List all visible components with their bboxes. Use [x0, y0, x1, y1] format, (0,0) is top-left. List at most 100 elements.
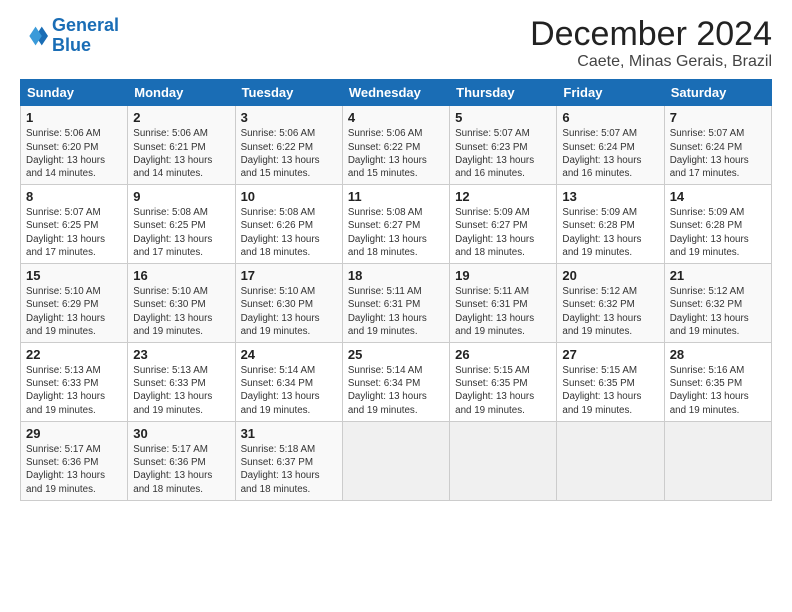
day-number: 31	[241, 426, 337, 441]
day-info: Sunrise: 5:13 AMSunset: 6:33 PMDaylight:…	[26, 364, 122, 417]
calendar-cell: 18 Sunrise: 5:11 AMSunset: 6:31 PMDayligh…	[342, 264, 449, 343]
day-info: Sunrise: 5:07 AMSunset: 6:24 PMDaylight:…	[562, 127, 658, 180]
day-number: 6	[562, 110, 658, 125]
day-number: 26	[455, 347, 551, 362]
page: General Blue December 2024 Caete, Minas …	[0, 0, 792, 511]
calendar-cell: 6 Sunrise: 5:07 AMSunset: 6:24 PMDaylight…	[557, 106, 664, 185]
calendar-cell: 9Sunrise: 5:08 AMSunset: 6:25 PMDaylight…	[128, 185, 235, 264]
calendar-cell: 1Sunrise: 5:06 AMSunset: 6:20 PMDaylight…	[21, 106, 128, 185]
day-number: 22	[26, 347, 122, 362]
day-info: Sunrise: 5:06 AMSunset: 6:22 PMDaylight:…	[348, 127, 444, 180]
calendar-cell: 4 Sunrise: 5:06 AMSunset: 6:22 PMDaylight…	[342, 106, 449, 185]
day-number: 30	[133, 426, 229, 441]
day-number: 21	[670, 268, 766, 283]
day-info: Sunrise: 5:07 AMSunset: 6:24 PMDaylight:…	[670, 127, 766, 180]
title-block: December 2024 Caete, Minas Gerais, Brazi…	[530, 16, 772, 71]
calendar-cell: 27 Sunrise: 5:15 AMSunset: 6:35 PMDayligh…	[557, 343, 664, 422]
day-info: Sunrise: 5:06 AMSunset: 6:22 PMDaylight:…	[241, 127, 337, 180]
location-title: Caete, Minas Gerais, Brazil	[530, 53, 772, 71]
header-friday: Friday	[557, 80, 664, 106]
calendar-cell: 7 Sunrise: 5:07 AMSunset: 6:24 PMDaylight…	[664, 106, 771, 185]
day-info: Sunrise: 5:18 AMSunset: 6:37 PMDaylight:…	[241, 443, 337, 496]
calendar-cell: 28 Sunrise: 5:16 AMSunset: 6:35 PMDayligh…	[664, 343, 771, 422]
calendar-cell	[664, 421, 771, 500]
calendar-cell: 16 Sunrise: 5:10 AMSunset: 6:30 PMDayligh…	[128, 264, 235, 343]
header: General Blue December 2024 Caete, Minas …	[20, 16, 772, 71]
calendar-cell: 11Sunrise: 5:08 AMSunset: 6:27 PMDayligh…	[342, 185, 449, 264]
month-title: December 2024	[530, 16, 772, 53]
day-info: Sunrise: 5:07 AMSunset: 6:23 PMDaylight:…	[455, 127, 551, 180]
logo: General Blue	[20, 16, 119, 56]
day-number: 29	[26, 426, 122, 441]
weekday-header-row: Sunday Monday Tuesday Wednesday Thursday…	[21, 80, 772, 106]
calendar-cell: 25 Sunrise: 5:14 AMSunset: 6:34 PMDayligh…	[342, 343, 449, 422]
calendar-cell: 17 Sunrise: 5:10 AMSunset: 6:30 PMDayligh…	[235, 264, 342, 343]
day-info: Sunrise: 5:13 AMSunset: 6:33 PMDaylight:…	[133, 364, 229, 417]
day-info: Sunrise: 5:14 AMSunset: 6:34 PMDaylight:…	[348, 364, 444, 417]
calendar-cell: 20Sunrise: 5:12 AMSunset: 6:32 PMDayligh…	[557, 264, 664, 343]
calendar-cell: 15 Sunrise: 5:10 AMSunset: 6:29 PMDayligh…	[21, 264, 128, 343]
day-number: 25	[348, 347, 444, 362]
day-number: 14	[670, 189, 766, 204]
day-info: Sunrise: 5:06 AMSunset: 6:20 PMDaylight:…	[26, 127, 122, 180]
day-number: 7	[670, 110, 766, 125]
day-number: 12	[455, 189, 551, 204]
calendar-cell	[342, 421, 449, 500]
day-info: Sunrise: 5:09 AMSunset: 6:28 PMDaylight:…	[670, 206, 766, 259]
calendar-cell: 31 Sunrise: 5:18 AMSunset: 6:37 PMDayligh…	[235, 421, 342, 500]
day-info: Sunrise: 5:11 AMSunset: 6:31 PMDaylight:…	[455, 285, 551, 338]
calendar-cell: 5 Sunrise: 5:07 AMSunset: 6:23 PMDaylight…	[450, 106, 557, 185]
day-number: 2	[133, 110, 229, 125]
day-info: Sunrise: 5:10 AMSunset: 6:30 PMDaylight:…	[241, 285, 337, 338]
calendar-week-3: 15 Sunrise: 5:10 AMSunset: 6:29 PMDayligh…	[21, 264, 772, 343]
day-info: Sunrise: 5:11 AMSunset: 6:31 PMDaylight:…	[348, 285, 444, 338]
calendar-cell: 29 Sunrise: 5:17 AMSunset: 6:36 PMDayligh…	[21, 421, 128, 500]
day-info: Sunrise: 5:10 AMSunset: 6:30 PMDaylight:…	[133, 285, 229, 338]
header-sunday: Sunday	[21, 80, 128, 106]
day-number: 19	[455, 268, 551, 283]
day-number: 24	[241, 347, 337, 362]
day-info: Sunrise: 5:06 AMSunset: 6:21 PMDaylight:…	[133, 127, 229, 180]
header-thursday: Thursday	[450, 80, 557, 106]
day-info: Sunrise: 5:15 AMSunset: 6:35 PMDaylight:…	[562, 364, 658, 417]
calendar-cell: 26 Sunrise: 5:15 AMSunset: 6:35 PMDayligh…	[450, 343, 557, 422]
day-number: 23	[133, 347, 229, 362]
day-info: Sunrise: 5:09 AMSunset: 6:27 PMDaylight:…	[455, 206, 551, 259]
logo-icon	[20, 22, 48, 50]
day-number: 5	[455, 110, 551, 125]
day-number: 17	[241, 268, 337, 283]
day-info: Sunrise: 5:16 AMSunset: 6:35 PMDaylight:…	[670, 364, 766, 417]
calendar-cell	[450, 421, 557, 500]
calendar-cell: 19 Sunrise: 5:11 AMSunset: 6:31 PMDayligh…	[450, 264, 557, 343]
day-number: 9	[133, 189, 229, 204]
day-number: 15	[26, 268, 122, 283]
calendar-cell: 30 Sunrise: 5:17 AMSunset: 6:36 PMDayligh…	[128, 421, 235, 500]
day-number: 27	[562, 347, 658, 362]
day-number: 28	[670, 347, 766, 362]
day-info: Sunrise: 5:15 AMSunset: 6:35 PMDaylight:…	[455, 364, 551, 417]
calendar-cell: 22 Sunrise: 5:13 AMSunset: 6:33 PMDayligh…	[21, 343, 128, 422]
day-number: 8	[26, 189, 122, 204]
calendar-cell	[557, 421, 664, 500]
calendar-week-4: 22 Sunrise: 5:13 AMSunset: 6:33 PMDayligh…	[21, 343, 772, 422]
calendar-cell: 12 Sunrise: 5:09 AMSunset: 6:27 PMDayligh…	[450, 185, 557, 264]
logo-text: General Blue	[52, 16, 119, 56]
day-number: 13	[562, 189, 658, 204]
day-number: 10	[241, 189, 337, 204]
day-info: Sunrise: 5:10 AMSunset: 6:29 PMDaylight:…	[26, 285, 122, 338]
calendar-cell: 14 Sunrise: 5:09 AMSunset: 6:28 PMDayligh…	[664, 185, 771, 264]
day-number: 16	[133, 268, 229, 283]
day-number: 4	[348, 110, 444, 125]
day-info: Sunrise: 5:08 AMSunset: 6:26 PMDaylight:…	[241, 206, 337, 259]
calendar-cell: 8Sunrise: 5:07 AMSunset: 6:25 PMDaylight…	[21, 185, 128, 264]
day-info: Sunrise: 5:09 AMSunset: 6:28 PMDaylight:…	[562, 206, 658, 259]
header-wednesday: Wednesday	[342, 80, 449, 106]
day-info: Sunrise: 5:17 AMSunset: 6:36 PMDaylight:…	[26, 443, 122, 496]
calendar-week-1: 1Sunrise: 5:06 AMSunset: 6:20 PMDaylight…	[21, 106, 772, 185]
header-tuesday: Tuesday	[235, 80, 342, 106]
calendar-cell: 2 Sunrise: 5:06 AMSunset: 6:21 PMDaylight…	[128, 106, 235, 185]
day-number: 18	[348, 268, 444, 283]
day-info: Sunrise: 5:17 AMSunset: 6:36 PMDaylight:…	[133, 443, 229, 496]
calendar-week-5: 29 Sunrise: 5:17 AMSunset: 6:36 PMDayligh…	[21, 421, 772, 500]
calendar-week-2: 8Sunrise: 5:07 AMSunset: 6:25 PMDaylight…	[21, 185, 772, 264]
